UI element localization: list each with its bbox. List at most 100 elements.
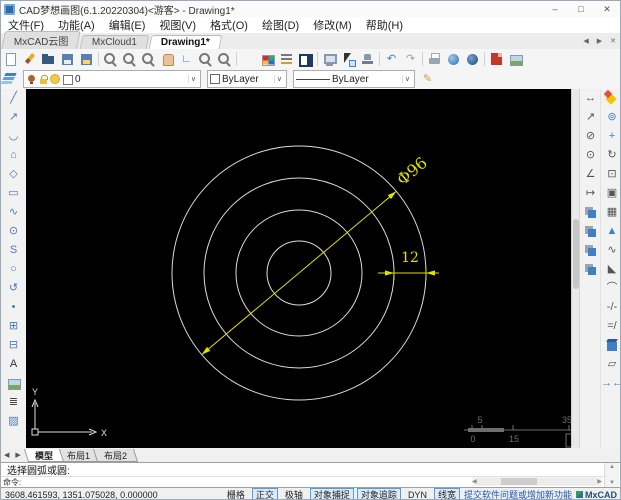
new-file-icon[interactable] xyxy=(3,52,18,67)
chamfer-icon[interactable]: ◣ xyxy=(605,262,620,277)
spline-edit-icon[interactable]: ∿ xyxy=(605,243,620,258)
polygon-icon[interactable]: ⌂ xyxy=(6,148,21,163)
array-icon[interactable]: ▦ xyxy=(605,205,620,220)
offset-icon[interactable]: ▣ xyxy=(605,186,620,201)
layer-manager-icon[interactable] xyxy=(3,72,18,87)
linetype-edit-icon[interactable]: ✎ xyxy=(420,72,435,87)
copy-icon[interactable]: ⊚ xyxy=(605,110,620,125)
trim-icon[interactable]: -/- xyxy=(605,300,620,315)
pedit-icon[interactable]: ▱ xyxy=(605,357,620,372)
zoom-window-icon[interactable] xyxy=(122,52,137,67)
redo-icon[interactable]: ↷ xyxy=(403,52,418,67)
command-input[interactable]: 命令: xyxy=(1,477,21,488)
print-icon[interactable] xyxy=(427,52,442,67)
command-window[interactable]: 选择圆弧或圆: 命令: ▲ ▼ ◀ ▶ xyxy=(1,462,620,488)
menu-item[interactable]: 编辑(E) xyxy=(102,17,153,33)
menu-item[interactable]: 格式(O) xyxy=(203,17,255,33)
pan-icon[interactable] xyxy=(160,52,175,67)
web-share-icon[interactable] xyxy=(465,52,480,67)
scale-icon[interactable]: ⊡ xyxy=(605,167,620,182)
arc-icon[interactable]: ◡ xyxy=(6,129,21,144)
dim-style-icon[interactable] xyxy=(583,224,598,239)
text-icon[interactable]: A xyxy=(6,357,21,372)
dim-angular-icon[interactable]: ∠ xyxy=(583,167,598,182)
layer-select[interactable]: 0 ∨ xyxy=(23,70,201,88)
command-vertical-scrollbar[interactable]: ▲ ▼ xyxy=(604,463,619,487)
status-toggle-DYN[interactable]: DYN xyxy=(404,488,431,500)
document-tab[interactable]: Drawing1* xyxy=(148,35,223,49)
polygon2-icon[interactable]: ◇ xyxy=(6,167,21,182)
tab-prev-icon[interactable]: ◀ xyxy=(579,37,592,45)
dim-aligned-icon[interactable]: ↗ xyxy=(583,110,598,125)
line-icon[interactable]: ╱ xyxy=(6,91,21,106)
draw-pencil-icon[interactable] xyxy=(241,52,256,67)
menu-item[interactable]: 修改(M) xyxy=(306,17,359,33)
layout-tab[interactable]: 模型 xyxy=(23,448,64,462)
close-button[interactable]: ✕ xyxy=(594,2,620,16)
scroll-right-icon[interactable]: ▶ xyxy=(597,478,602,485)
mirror-icon[interactable]: ▲ xyxy=(605,224,620,239)
insert-block-icon[interactable]: ⊞ xyxy=(6,319,21,334)
stamp-icon[interactable] xyxy=(360,52,375,67)
status-toggle-栅格[interactable]: 栅格 xyxy=(223,488,249,499)
scrollbar-track[interactable] xyxy=(476,478,598,485)
scale-bar-entity[interactable]: 5 35 0 15 xyxy=(464,415,571,448)
diameter-dimension-line[interactable] xyxy=(201,190,397,356)
modeling-3d-icon[interactable] xyxy=(605,338,620,353)
status-toggle-正交[interactable]: 正交 xyxy=(251,488,278,499)
command-horizontal-scrollbar[interactable]: ◀ ▶ xyxy=(472,477,602,486)
pdf-export-icon[interactable] xyxy=(489,52,504,67)
join-icon[interactable]: →← xyxy=(601,376,620,391)
rotate-icon[interactable]: ↻ xyxy=(605,148,620,163)
layer-lock-icon[interactable] xyxy=(38,74,49,85)
dim-radius-icon[interactable]: ⊙ xyxy=(583,148,598,163)
drawing-canvas[interactable]: Φ9612YX535015 xyxy=(26,89,571,448)
document-tab[interactable]: MxCloud1 xyxy=(79,35,150,49)
spline-icon[interactable]: S xyxy=(6,243,21,258)
layout-next-icon[interactable]: ▶ xyxy=(12,451,23,459)
document-tab[interactable]: MxCAD云图 xyxy=(1,31,82,49)
menu-item[interactable]: 绘图(D) xyxy=(255,17,306,33)
layout-tab[interactable]: 布局2 xyxy=(92,448,138,462)
undo-icon[interactable]: ↶ xyxy=(384,52,399,67)
layer-on-icon[interactable] xyxy=(26,74,37,85)
canvas-vertical-scrollbar[interactable] xyxy=(571,89,579,448)
erase-icon[interactable] xyxy=(605,91,620,106)
minimize-button[interactable]: – xyxy=(542,2,568,16)
dim-continue-icon[interactable]: ↦ xyxy=(583,186,598,201)
hatch-icon[interactable]: ▨ xyxy=(6,414,21,429)
mtext-icon[interactable]: ≣ xyxy=(6,395,21,410)
circle-icon[interactable]: ⊙ xyxy=(6,224,21,239)
point-icon[interactable]: • xyxy=(6,300,21,315)
save-icon[interactable] xyxy=(60,52,75,67)
command-prompt[interactable]: 选择圆弧或圆: xyxy=(1,463,611,477)
color-caret-icon[interactable]: ∨ xyxy=(273,75,284,83)
fillet-icon[interactable]: ⌒ xyxy=(605,281,620,296)
layout-prev-icon[interactable]: ◀ xyxy=(1,451,12,459)
open-file-icon[interactable] xyxy=(41,52,56,67)
layer-caret-icon[interactable]: ∨ xyxy=(187,75,198,83)
linetype-manager-icon[interactable] xyxy=(279,52,294,67)
window-panel-icon[interactable] xyxy=(298,52,313,67)
extend-icon[interactable]: =/ xyxy=(605,319,620,334)
linear-dimension-text[interactable]: 12 xyxy=(401,250,419,266)
diameter-dimension-text[interactable]: Φ96 xyxy=(393,153,431,189)
layer-freeze-icon[interactable] xyxy=(50,74,61,85)
ellipse-icon[interactable]: ○ xyxy=(6,262,21,277)
zoom-scale-icon[interactable]: ∟ xyxy=(179,52,194,67)
scrollbar-thumb[interactable] xyxy=(500,478,537,485)
zoom-previous-icon[interactable] xyxy=(217,52,232,67)
polyline-icon[interactable]: ∿ xyxy=(6,205,21,220)
tab-next-icon[interactable]: ▶ xyxy=(593,37,606,45)
linetype-caret-icon[interactable]: ∨ xyxy=(401,75,412,83)
select-cursor-icon[interactable] xyxy=(341,52,356,67)
create-block-icon[interactable]: ⊟ xyxy=(6,338,21,353)
dim-edit-icon[interactable] xyxy=(583,205,598,220)
xline-icon[interactable]: ↗ xyxy=(6,110,21,125)
zoom-object-icon[interactable] xyxy=(198,52,213,67)
feedback-link[interactable]: 提交软件问题或增加新功能 xyxy=(464,488,572,499)
web-publish-icon[interactable] xyxy=(446,52,461,67)
dim-update-icon[interactable] xyxy=(583,243,598,258)
zoom-extents-icon[interactable] xyxy=(103,52,118,67)
cad-drawing[interactable]: Φ9612YX535015 xyxy=(26,89,571,448)
